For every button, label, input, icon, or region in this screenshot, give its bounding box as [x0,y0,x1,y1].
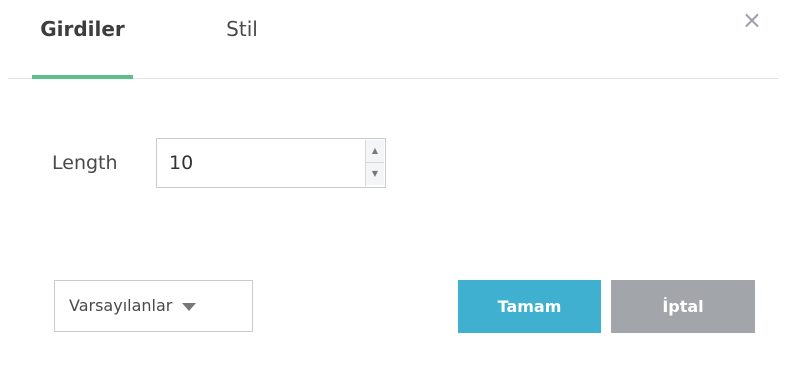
spinner: ▲ ▼ [365,140,384,186]
length-label: Length [52,152,118,174]
cancel-button[interactable]: İptal [611,280,755,333]
decrement-icon[interactable]: ▼ [366,163,384,185]
tab-girdiler[interactable]: Girdiler [32,14,133,78]
tab-bar: Girdiler Stil [8,0,778,79]
close-icon[interactable]: × [742,8,762,32]
ok-button[interactable]: Tamam [458,280,601,333]
defaults-label: Varsayılanlar [69,296,173,315]
length-stepper: ▲ ▼ [156,138,386,188]
caret-down-icon [182,302,197,311]
tab-stil[interactable]: Stil [218,14,266,78]
length-input[interactable] [157,139,359,187]
indicator-settings-dialog: Girdiler Stil × Length ▲ ▼ Varsayılanlar… [0,0,790,381]
defaults-dropdown-button[interactable]: Varsayılanlar [54,280,253,332]
active-tab-indicator [32,75,133,79]
increment-icon[interactable]: ▲ [366,140,384,163]
